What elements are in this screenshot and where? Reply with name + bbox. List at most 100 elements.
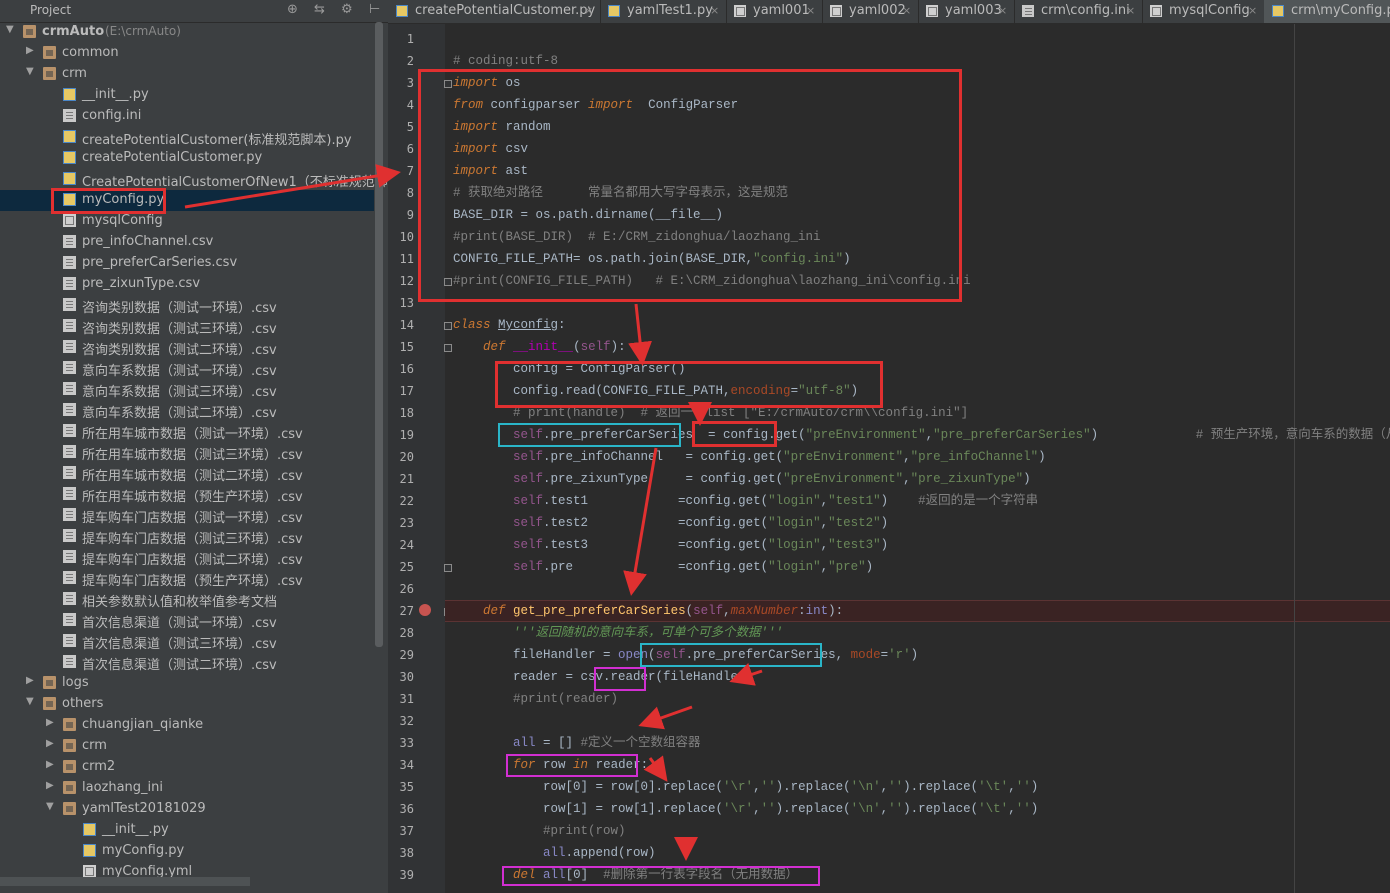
expanded-arrow-icon[interactable]: ▼	[6, 24, 14, 35]
collapsed-arrow-icon[interactable]: ▶	[46, 759, 54, 770]
breakpoint-icon[interactable]	[419, 604, 431, 616]
fold-marker-icon[interactable]	[444, 322, 452, 330]
tree-item[interactable]: 提车购车门店数据（测试三环境）.csv	[0, 526, 374, 547]
code-line[interactable]: # 获取绝对路径 常量名都用大写字母表示，这是规范	[453, 182, 788, 204]
tree-item[interactable]: pre_preferCarSeries.csv	[0, 253, 374, 274]
code-line[interactable]: for row in reader:	[453, 754, 648, 776]
code-line[interactable]: row[1] = row[1].replace('\r','').replace…	[453, 798, 1038, 820]
close-icon[interactable]: ×	[1248, 4, 1257, 17]
expanded-arrow-icon[interactable]: ▼	[26, 66, 34, 77]
sidebar-scrollbar[interactable]	[375, 22, 383, 647]
code-line[interactable]: config.read(CONFIG_FILE_PATH,encoding="u…	[453, 380, 858, 402]
tree-item[interactable]: 提车购车门店数据（预生产环境）.csv	[0, 568, 374, 589]
tree-item[interactable]: pre_zixunType.csv	[0, 274, 374, 295]
code-line[interactable]: #print(BASE_DIR) # E:/CRM_zidonghua/laoz…	[453, 226, 821, 248]
code-line[interactable]: def get_pre_preferCarSeries(self,maxNumb…	[453, 600, 843, 622]
tree-item[interactable]: myConfig.py	[0, 841, 374, 862]
tree-item[interactable]: 意向车系数据（测试一环境）.csv	[0, 358, 374, 379]
collapsed-arrow-icon[interactable]: ▶	[46, 717, 54, 728]
tree-item[interactable]: ▼ crm	[0, 64, 374, 85]
tree-item[interactable]: 所在用车城市数据（测试二环境）.csv	[0, 463, 374, 484]
expanded-arrow-icon[interactable]: ▼	[46, 801, 54, 812]
tree-item[interactable]: 意向车系数据（测试二环境）.csv	[0, 400, 374, 421]
tree-item[interactable]: 首次信息渠道（测试二环境）.csv	[0, 652, 374, 673]
tree-item[interactable]: ▶ common	[0, 43, 374, 64]
sidebar-horizontal-scrollbar[interactable]	[0, 877, 250, 886]
editor-tab[interactable]: mysqlConfig ×	[1142, 0, 1265, 23]
code-line[interactable]: def __init__(self):	[453, 336, 626, 358]
tree-item[interactable]: __init__.py	[0, 820, 374, 841]
tree-item[interactable]: 咨询类别数据（测试一环境）.csv	[0, 295, 374, 316]
tree-item[interactable]: mysqlConfig	[0, 211, 374, 232]
code-line[interactable]: # coding:utf-8	[453, 50, 558, 72]
tree-item[interactable]: ▶ crm	[0, 736, 374, 757]
collapsed-arrow-icon[interactable]: ▶	[26, 45, 34, 56]
tree-item[interactable]: __init__.py	[0, 85, 374, 106]
code-line[interactable]: all.append(row)	[453, 842, 656, 864]
tree-item[interactable]: config.ini	[0, 106, 374, 127]
code-line[interactable]: self.pre_infoChannel = config.get("preEn…	[453, 446, 1046, 468]
code-line[interactable]: config = ConfigParser()	[453, 358, 686, 380]
close-icon[interactable]: ×	[1126, 4, 1135, 17]
tree-item[interactable]: pre_infoChannel.csv	[0, 232, 374, 253]
code-line[interactable]: CONFIG_FILE_PATH= os.path.join(BASE_DIR,…	[453, 248, 851, 270]
panel-toolbar-icons[interactable]: ⊕ ⇆ ⚙ ⊢	[287, 2, 386, 17]
code-line[interactable]: self.test2 =config.get("login","test2")	[453, 512, 888, 534]
code-line[interactable]: self.test1 =config.get("login","test1") …	[453, 490, 1038, 512]
code-line[interactable]: BASE_DIR = os.path.dirname(__file__)	[453, 204, 723, 226]
code-line[interactable]: self.pre_preferCarSeries = config.get("p…	[453, 424, 1390, 446]
close-icon[interactable]: ×	[584, 4, 593, 17]
code-line[interactable]: '''返回随机的意向车系，可单个可多个数据'''	[453, 622, 783, 644]
code-line[interactable]: fileHandler = open(self.pre_preferCarSer…	[453, 644, 918, 666]
tree-item[interactable]: ▶ laozhang_ini	[0, 778, 374, 799]
code-line[interactable]: reader = csv.reader(fileHandler)	[453, 666, 753, 688]
collapsed-arrow-icon[interactable]: ▶	[46, 738, 54, 749]
code-line[interactable]: # print(handle) # 返回一个list ["E:/crmAuto/…	[453, 402, 968, 424]
editor-tab[interactable]: crm\config.ini ×	[1014, 0, 1143, 23]
tree-item[interactable]: 首次信息渠道（测试三环境）.csv	[0, 631, 374, 652]
code-editor[interactable]: 1 2 3 4 5 6 7 8 9 10 11 12 13 14 15 16 17 18 19 20 21 22 23 24 2…	[388, 24, 1390, 893]
close-icon[interactable]: ×	[710, 4, 719, 17]
code-line[interactable]: del all[0] #删除第一行表字段名（无用数据）	[453, 864, 798, 886]
tree-item[interactable]: ▼ crmAuto (E:\crmAuto)	[0, 22, 374, 43]
fold-marker-icon[interactable]	[444, 564, 452, 572]
editor-tab[interactable]: crm\myConfig.py	[1264, 0, 1390, 23]
code-line[interactable]: #print(row)	[453, 820, 626, 842]
editor-tab[interactable]: yamlTest1.py ×	[600, 0, 727, 23]
code-line[interactable]: import csv	[453, 138, 528, 160]
close-icon[interactable]: ×	[998, 4, 1007, 17]
tree-item[interactable]: createPotentialCustomer(标准规范脚本).py	[0, 127, 374, 148]
code-line[interactable]: from configparser import ConfigParser	[453, 94, 738, 116]
code-line[interactable]: import ast	[453, 160, 528, 182]
tree-item[interactable]: 提车购车门店数据（测试二环境）.csv	[0, 547, 374, 568]
code-line[interactable]: all = [] #定义一个空数组容器	[453, 732, 701, 754]
tree-item[interactable]: 所在用车城市数据（预生产环境）.csv	[0, 484, 374, 505]
tree-item[interactable]: CreatePotentialCustomerOfNew1（不标准规范脚本）	[0, 169, 388, 190]
collapsed-arrow-icon[interactable]: ▶	[46, 780, 54, 791]
editor-tab[interactable]: yaml002 ×	[822, 0, 919, 23]
tree-item[interactable]: ▶ chuangjian_qianke	[0, 715, 374, 736]
fold-marker-icon[interactable]	[444, 80, 452, 88]
code-line[interactable]: self.pre =config.get("login","pre")	[453, 556, 873, 578]
editor-tab[interactable]: yaml001 ×	[726, 0, 823, 23]
tree-item[interactable]: 相关参数默认值和枚举值参考文档	[0, 589, 374, 610]
tree-item[interactable]: myConfig.py	[0, 190, 374, 211]
code-line[interactable]: #print(reader)	[453, 688, 618, 710]
code-line[interactable]: import os	[453, 72, 521, 94]
code-line[interactable]: row[0] = row[0].replace('\r','').replace…	[453, 776, 1038, 798]
tree-item[interactable]: createPotentialCustomer.py	[0, 148, 374, 169]
tree-item[interactable]: ▶ logs	[0, 673, 374, 694]
tree-item[interactable]: 首次信息渠道（测试一环境）.csv	[0, 610, 374, 631]
collapsed-arrow-icon[interactable]: ▶	[26, 675, 34, 686]
tree-item[interactable]: 所在用车城市数据（测试三环境）.csv	[0, 442, 374, 463]
code-line[interactable]: #print(CONFIG_FILE_PATH) # E:\CRM_zidong…	[453, 270, 971, 292]
fold-marker-icon[interactable]	[444, 344, 452, 352]
fold-marker-icon[interactable]	[444, 278, 452, 286]
tree-item[interactable]: 咨询类别数据（测试二环境）.csv	[0, 337, 374, 358]
tree-item[interactable]: 咨询类别数据（测试三环境）.csv	[0, 316, 374, 337]
code-line[interactable]: self.pre_zixunType = config.get("preEnvi…	[453, 468, 1031, 490]
tree-item[interactable]: ▼ yamlTest20181029	[0, 799, 374, 820]
expanded-arrow-icon[interactable]: ▼	[26, 696, 34, 707]
editor-tab[interactable]: createPotentialCustomer.py ×	[388, 0, 601, 23]
code-line[interactable]: self.test3 =config.get("login","test3")	[453, 534, 888, 556]
